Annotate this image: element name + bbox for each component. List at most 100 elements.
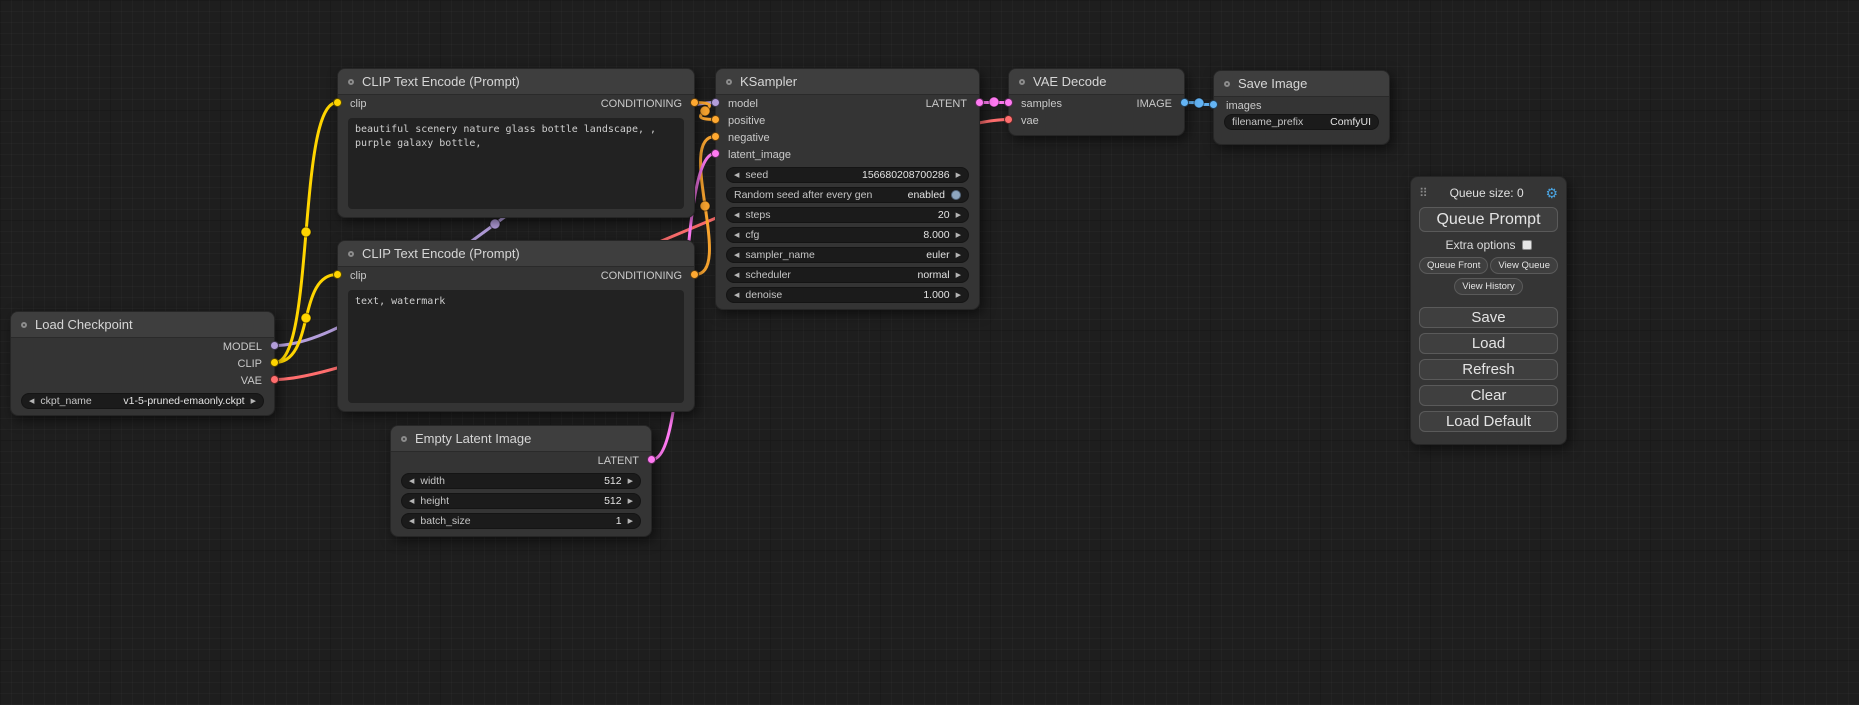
- port-model-output[interactable]: [270, 341, 279, 350]
- prev-arrow-icon[interactable]: ◀: [734, 272, 739, 279]
- port-vae-output[interactable]: [270, 375, 279, 384]
- extra-options-label: Extra options: [1445, 238, 1515, 252]
- widget-label: batch_size: [420, 515, 470, 527]
- node-title-bar[interactable]: Load Checkpoint: [11, 312, 274, 338]
- node-save-image[interactable]: Save Image images filename_prefix ComfyU…: [1213, 70, 1390, 145]
- port-conditioning-output[interactable]: [690, 270, 699, 279]
- widget-denoise[interactable]: ◀ denoise 1.000 ▶: [726, 287, 969, 303]
- widget-value: v1-5-pruned-emaonly.ckpt: [123, 395, 244, 407]
- widget-cfg[interactable]: ◀ cfg 8.000 ▶: [726, 227, 969, 243]
- port-negative-input[interactable]: [711, 132, 720, 141]
- port-samples-input[interactable]: [1004, 98, 1013, 107]
- load-button[interactable]: Load: [1419, 333, 1558, 354]
- collapse-dot[interactable]: [1224, 81, 1230, 87]
- widget-width[interactable]: ◀ width 512 ▶: [401, 473, 641, 489]
- node-empty-latent-image[interactable]: Empty Latent Image LATENT ◀ width 512 ▶ …: [390, 425, 652, 537]
- load-default-button[interactable]: Load Default: [1419, 411, 1558, 432]
- prev-arrow-icon[interactable]: ◀: [734, 252, 739, 259]
- collapse-dot[interactable]: [348, 251, 354, 257]
- next-arrow-icon[interactable]: ▶: [628, 478, 633, 485]
- next-arrow-icon[interactable]: ▶: [956, 212, 961, 219]
- prompt-textarea[interactable]: beautiful scenery nature glass bottle la…: [348, 118, 684, 209]
- node-title-bar[interactable]: CLIP Text Encode (Prompt): [338, 241, 694, 267]
- widget-filename-prefix[interactable]: filename_prefix ComfyUI: [1224, 114, 1379, 130]
- collapse-dot[interactable]: [726, 79, 732, 85]
- prev-arrow-icon[interactable]: ◀: [734, 232, 739, 239]
- collapse-dot[interactable]: [401, 436, 407, 442]
- refresh-button[interactable]: Refresh: [1419, 359, 1558, 380]
- prompt-textarea[interactable]: text, watermark: [348, 290, 684, 403]
- widget-label: seed: [745, 169, 768, 181]
- node-ksampler[interactable]: KSampler model LATENT positive negative …: [715, 68, 980, 310]
- port-clip-output[interactable]: [270, 358, 279, 367]
- widget-scheduler[interactable]: ◀ scheduler normal ▶: [726, 267, 969, 283]
- widget-sampler-name[interactable]: ◀ sampler_name euler ▶: [726, 247, 969, 263]
- prev-arrow-icon[interactable]: ◀: [409, 478, 414, 485]
- port-clip-input[interactable]: [333, 270, 342, 279]
- node-clip-text-encode-negative[interactable]: CLIP Text Encode (Prompt) clip CONDITION…: [337, 240, 695, 412]
- widget-value: 8.000: [923, 229, 949, 241]
- next-arrow-icon[interactable]: ▶: [956, 292, 961, 299]
- prev-arrow-icon[interactable]: ◀: [409, 518, 414, 525]
- widget-value: 512: [604, 495, 622, 507]
- view-history-button[interactable]: View History: [1454, 278, 1523, 295]
- port-model-input[interactable]: [711, 98, 720, 107]
- clear-button[interactable]: Clear: [1419, 385, 1558, 406]
- next-arrow-icon[interactable]: ▶: [956, 272, 961, 279]
- node-title-bar[interactable]: VAE Decode: [1009, 69, 1184, 95]
- next-arrow-icon[interactable]: ▶: [956, 252, 961, 259]
- port-image-output[interactable]: [1180, 98, 1189, 107]
- port-latent-output[interactable]: [975, 98, 984, 107]
- input-label-images: images: [1226, 100, 1261, 112]
- prev-arrow-icon[interactable]: ◀: [734, 172, 739, 179]
- collapse-dot[interactable]: [21, 322, 27, 328]
- node-title-bar[interactable]: KSampler: [716, 69, 979, 95]
- widget-batch-size[interactable]: ◀ batch_size 1 ▶: [401, 513, 641, 529]
- node-title-bar[interactable]: CLIP Text Encode (Prompt): [338, 69, 694, 95]
- input-label-clip: clip: [350, 270, 367, 282]
- prev-arrow-icon[interactable]: ◀: [734, 212, 739, 219]
- wire-midpoint-dot: [301, 313, 311, 323]
- collapse-dot[interactable]: [1019, 79, 1025, 85]
- node-clip-text-encode-positive[interactable]: CLIP Text Encode (Prompt) clip CONDITION…: [337, 68, 695, 218]
- widget-seed[interactable]: ◀ seed 156680208700286 ▶: [726, 167, 969, 183]
- widget-ckpt-name[interactable]: ◀ ckpt_name v1-5-pruned-emaonly.ckpt ▶: [21, 393, 264, 409]
- prev-arrow-icon[interactable]: ◀: [734, 292, 739, 299]
- node-load-checkpoint[interactable]: Load Checkpoint MODEL CLIP VAE ◀ ckpt_na…: [10, 311, 275, 416]
- port-vae-input[interactable]: [1004, 115, 1013, 124]
- queue-front-button[interactable]: Queue Front: [1419, 257, 1488, 274]
- port-latent-image-input[interactable]: [711, 149, 720, 158]
- save-button[interactable]: Save: [1419, 307, 1558, 328]
- next-arrow-icon[interactable]: ▶: [956, 232, 961, 239]
- node-title-bar[interactable]: Empty Latent Image: [391, 426, 651, 452]
- next-arrow-icon[interactable]: ▶: [628, 518, 633, 525]
- port-images-input[interactable]: [1209, 100, 1218, 109]
- widget-random-seed-toggle[interactable]: Random seed after every gen enabled: [726, 187, 969, 203]
- widget-height[interactable]: ◀ height 512 ▶: [401, 493, 641, 509]
- input-label-clip: clip: [350, 98, 367, 110]
- prev-arrow-icon[interactable]: ◀: [409, 498, 414, 505]
- port-latent-output[interactable]: [647, 455, 656, 464]
- widget-steps[interactable]: ◀ steps 20 ▶: [726, 207, 969, 223]
- graph-canvas[interactable]: Load Checkpoint MODEL CLIP VAE ◀ ckpt_na…: [0, 0, 1859, 705]
- port-positive-input[interactable]: [711, 115, 720, 124]
- collapse-dot[interactable]: [348, 79, 354, 85]
- node-title: Save Image: [1238, 76, 1307, 91]
- extra-options-checkbox[interactable]: [1522, 240, 1532, 250]
- prev-arrow-icon[interactable]: ◀: [29, 398, 34, 405]
- next-arrow-icon[interactable]: ▶: [956, 172, 961, 179]
- port-conditioning-output[interactable]: [690, 98, 699, 107]
- widget-label: cfg: [745, 229, 759, 241]
- drag-handle-icon[interactable]: ⠿: [1419, 186, 1428, 200]
- port-clip-input[interactable]: [333, 98, 342, 107]
- gear-icon[interactable]: ⚙: [1545, 185, 1558, 202]
- queue-size-label: Queue size: 0: [1428, 186, 1546, 200]
- next-arrow-icon[interactable]: ▶: [628, 498, 633, 505]
- view-queue-button[interactable]: View Queue: [1490, 257, 1558, 274]
- next-arrow-icon[interactable]: ▶: [251, 398, 256, 405]
- node-vae-decode[interactable]: VAE Decode samples IMAGE vae: [1008, 68, 1185, 136]
- queue-prompt-button[interactable]: Queue Prompt: [1419, 207, 1558, 232]
- node-title-bar[interactable]: Save Image: [1214, 71, 1389, 97]
- toggle-dot[interactable]: [951, 190, 961, 200]
- input-label-samples: samples: [1021, 98, 1062, 110]
